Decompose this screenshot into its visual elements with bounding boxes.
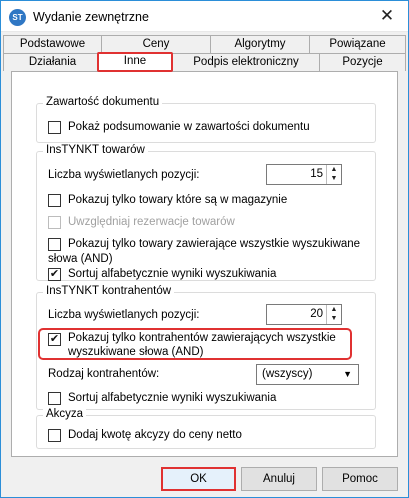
group-title: InsTYNKT towarów [43,144,148,156]
close-button[interactable]: ✕ [378,7,396,25]
goods-count-value: 15 [310,168,323,180]
add-excise-checkbox[interactable] [48,429,61,442]
group-title: Akcyza [43,408,87,420]
group-title: Zawartość dokumentu [43,96,163,108]
reservations-checkbox[interactable] [48,216,61,229]
window-title: Wydanie zewnętrzne [33,10,149,24]
only-in-stock-label: Pokazuj tylko towary które są w magazyni… [68,194,288,206]
reservations-label: Uwzględniaj rezerwacje towarów [68,216,235,228]
goods-sort-alpha-checkbox[interactable] [48,268,61,281]
contractors-count-label: Liczba wyświetlanych pozycji: [48,309,200,321]
dialog-window: ST Wydanie zewnętrzne ✕ Podstawowe Ceny … [0,0,409,498]
spin-arrows-icon[interactable]: ▲ ▼ [326,305,341,324]
contractors-all-words-label-line1: Pokazuj tylko kontrahentów zawierających… [68,332,336,344]
tab-pozycje[interactable]: Pozycje [319,53,406,71]
add-excise-label: Dodaj kwotę akcyzy do ceny netto [68,429,242,441]
contractor-kind-select[interactable]: (wszyscy) ▼ [256,364,359,385]
tab-inne[interactable]: Inne [97,52,173,72]
tab-podstawowe[interactable]: Podstawowe [3,35,102,53]
contractors-sort-alpha-label: Sortuj alfabetycznie wyniki wyszukiwania [68,392,277,404]
title-bar: ST Wydanie zewnętrzne ✕ [1,1,408,32]
goods-all-words-label-line1: Pokazuj tylko towary zawierające wszystk… [68,238,361,250]
tab-powiazane[interactable]: Powiązane [309,35,406,53]
goods-count-stepper[interactable]: 15 ▲ ▼ [266,164,342,185]
group-goods-instynkt: InsTYNKT towarów Liczba wyświetlanych po… [36,144,376,281]
ok-button[interactable]: OK [161,467,236,491]
tab-podpis-elektroniczny[interactable]: Podpis elektroniczny [172,53,320,71]
tab-algorytmy[interactable]: Algorytmy [210,35,310,53]
show-summary-checkbox[interactable] [48,121,61,134]
contractor-kind-label: Rodzaj kontrahentów: [48,368,160,380]
tab-panel-inne: Zawartość dokumentu Pokaż podsumowanie w… [11,71,398,457]
goods-all-words-label-line2: słowa (AND) [48,253,113,265]
show-summary-label: Pokaż podsumowanie w zawartości dokument… [68,121,310,133]
dropdown-arrow-icon: ▼ [343,369,352,379]
app-logo-icon: ST [9,9,26,26]
group-document-content: Zawartość dokumentu Pokaż podsumowanie w… [36,96,376,143]
contractor-kind-value: (wszyscy) [262,368,313,380]
goods-sort-alpha-label: Sortuj alfabetycznie wyniki wyszukiwania [68,268,277,280]
only-in-stock-checkbox[interactable] [48,194,61,207]
group-title: InsTYNKT kontrahentów [43,285,175,297]
spin-arrows-icon[interactable]: ▲ ▼ [326,165,341,184]
tab-ceny[interactable]: Ceny [101,35,211,53]
contractors-count-stepper[interactable]: 20 ▲ ▼ [266,304,342,325]
contractors-all-words-label-line2: wyszukiwane słowa (AND) [68,346,204,358]
group-excise: Akcyza Dodaj kwotę akcyzy do ceny netto [36,408,376,449]
contractors-sort-alpha-checkbox[interactable] [48,392,61,405]
contractors-all-words-checkbox[interactable] [48,333,61,346]
help-button[interactable]: Pomoc [322,467,398,491]
contractors-count-value: 20 [310,308,323,320]
group-contractors-instynkt: InsTYNKT kontrahentów Liczba wyświetlany… [36,285,376,410]
cancel-button[interactable]: Anuluj [241,467,317,491]
goods-all-words-checkbox[interactable] [48,238,61,251]
tab-dzialania[interactable]: Działania [3,53,102,71]
goods-count-label: Liczba wyświetlanych pozycji: [48,169,200,181]
